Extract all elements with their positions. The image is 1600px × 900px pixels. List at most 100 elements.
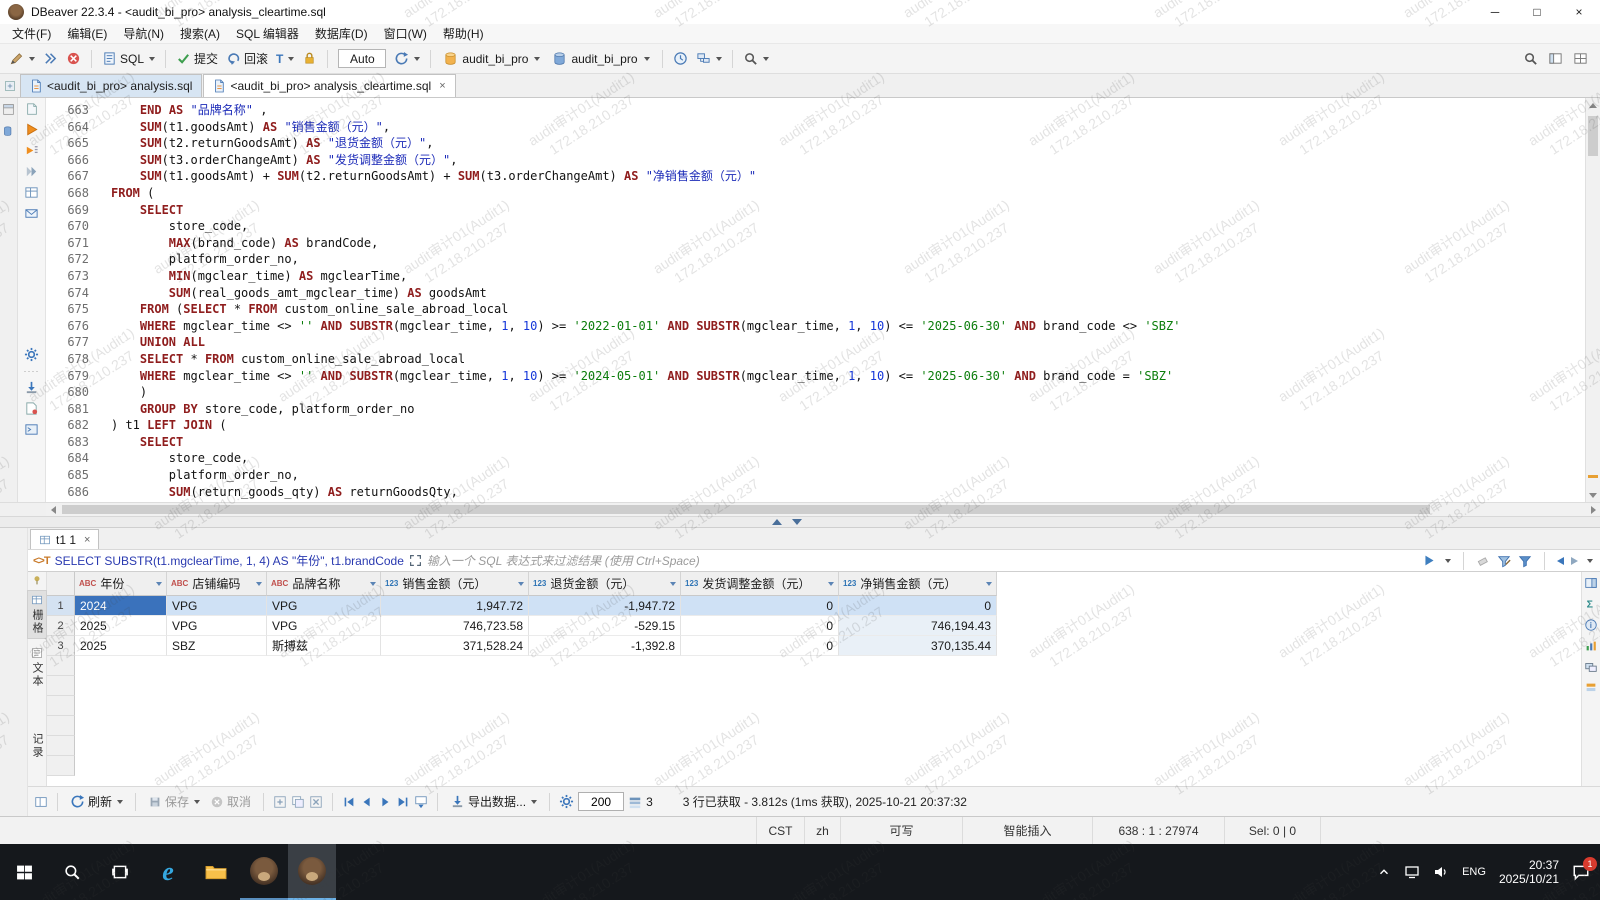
scroll-left-icon[interactable] <box>46 503 60 516</box>
commit-button[interactable]: 提交 <box>173 48 221 69</box>
fetch-page-icon[interactable] <box>414 795 428 809</box>
column-header[interactable]: ABC年份 <box>75 572 167 596</box>
apply-filter-icon[interactable] <box>1423 554 1436 567</box>
cell[interactable]: VPG <box>167 596 267 616</box>
close-results-tab-icon[interactable]: × <box>84 534 90 546</box>
close-button[interactable]: × <box>1558 0 1600 24</box>
column-header[interactable]: ABC店铺编码 <box>167 572 267 596</box>
cell[interactable]: 0 <box>681 636 839 656</box>
cell[interactable]: -529.15 <box>529 616 681 636</box>
minimize-results-icon[interactable] <box>792 519 802 525</box>
presentation-grid-tab[interactable]: 栅格 <box>27 590 47 639</box>
commit-mode-select[interactable]: Auto <box>338 49 386 68</box>
scroll-up-icon[interactable] <box>1586 98 1600 112</box>
refresh-results-button[interactable]: 刷新 <box>67 791 126 812</box>
mail-export-icon[interactable] <box>24 206 39 221</box>
cell[interactable]: VPG <box>267 596 381 616</box>
vscroll-thumb[interactable] <box>1588 116 1598 156</box>
cell[interactable]: 746,194.43 <box>839 616 997 636</box>
clear-filter-icon[interactable] <box>1476 554 1490 568</box>
sort-dropdown-icon[interactable] <box>256 582 262 586</box>
sort-dropdown-icon[interactable] <box>986 582 992 586</box>
database-selector[interactable]: audit_bi_pro <box>547 49 654 68</box>
cell[interactable]: SBZ <box>167 636 267 656</box>
execute-statement-icon[interactable] <box>24 122 39 137</box>
connection-selector[interactable]: audit_bi_pro <box>438 49 545 68</box>
column-header[interactable]: 123销售金额（元） <box>381 572 529 596</box>
cell[interactable]: 0 <box>681 616 839 636</box>
scroll-down-icon[interactable] <box>1586 488 1600 502</box>
close-tab-icon[interactable]: × <box>439 80 445 92</box>
cell[interactable]: VPG <box>267 616 381 636</box>
refresh-file-icon[interactable] <box>25 102 39 116</box>
layers-panel-icon[interactable] <box>1584 681 1598 695</box>
cell[interactable]: 0 <box>681 596 839 616</box>
panel-toggle-icon[interactable] <box>34 795 48 809</box>
menu-item[interactable]: 导航(N) <box>115 23 172 44</box>
sort-dropdown-icon[interactable] <box>670 582 676 586</box>
maximize-results-icon[interactable] <box>772 519 782 525</box>
auto-refresh-button[interactable] <box>391 49 423 68</box>
row-number[interactable]: 2 <box>47 616 75 636</box>
chart-panel-icon[interactable] <box>1584 639 1598 653</box>
action-center-button[interactable]: 1 <box>1572 863 1590 881</box>
menu-item[interactable]: 文件(F) <box>4 23 59 44</box>
lock-button[interactable] <box>299 49 320 68</box>
results-tab-t1[interactable]: t1 1 × <box>30 529 99 549</box>
presentation-text-tab[interactable]: 文本 <box>28 644 46 691</box>
execute-script-icon[interactable] <box>24 143 39 158</box>
cell[interactable]: -1,392.8 <box>529 636 681 656</box>
grid-corner[interactable] <box>47 572 75 596</box>
sql-menu-button[interactable]: SQL <box>99 49 158 68</box>
output-console-icon[interactable] <box>24 422 39 437</box>
export-data-icon[interactable] <box>24 380 39 395</box>
edit-filter-icon[interactable] <box>1497 554 1511 568</box>
minimized-projects-icon[interactable] <box>2 125 15 138</box>
first-row-icon[interactable] <box>342 795 356 809</box>
explain-plan-icon[interactable] <box>24 164 39 179</box>
cell[interactable]: 370,135.44 <box>839 636 997 656</box>
delete-row-icon[interactable] <box>309 795 323 809</box>
cell[interactable]: 0 <box>839 596 997 616</box>
menu-item[interactable]: 搜索(A) <box>172 23 228 44</box>
new-connection-button[interactable] <box>6 49 38 68</box>
tunnel-button[interactable] <box>670 49 691 68</box>
column-header[interactable]: 123净销售金额（元） <box>839 572 997 596</box>
next-row-icon[interactable] <box>378 795 392 809</box>
dbeaver-app-active-button[interactable] <box>288 844 336 900</box>
filter-input[interactable]: 输入一个 SQL 表达式来过滤结果 (使用 Ctrl+Space) <box>427 552 1416 569</box>
copy-row-icon[interactable] <box>291 795 305 809</box>
last-row-icon[interactable] <box>396 795 410 809</box>
filter-history-forward-icon[interactable] <box>1571 557 1578 565</box>
expand-filter-icon[interactable] <box>409 554 422 567</box>
dbeaver-app-button[interactable] <box>240 844 288 900</box>
cell[interactable]: 746,723.58 <box>381 616 529 636</box>
menu-item[interactable]: 编辑(E) <box>59 23 115 44</box>
maximize-button[interactable]: □ <box>1516 0 1558 24</box>
editor-vscrollbar[interactable] <box>1585 98 1600 502</box>
calc-panel-icon[interactable]: Σ <box>1584 597 1598 611</box>
pin-icon[interactable] <box>32 575 42 585</box>
sort-dropdown-icon[interactable] <box>370 582 376 586</box>
tab-analysis-sql[interactable]: <audit_bi_pro> analysis.sql <box>20 74 202 97</box>
tab-analysis-cleartime-sql[interactable]: <audit_bi_pro> analysis_cleartime.sql × <box>203 74 455 97</box>
cell[interactable]: 371,528.24 <box>381 636 529 656</box>
add-row-icon[interactable] <box>273 795 287 809</box>
sync-connection-button[interactable] <box>40 49 61 68</box>
references-panel-icon[interactable] <box>1584 660 1598 674</box>
column-header[interactable]: 123退货金额（元） <box>529 572 681 596</box>
display-icon[interactable] <box>1404 864 1420 880</box>
sort-dropdown-icon[interactable] <box>156 582 162 586</box>
taskbar-clock[interactable]: 20:37 2025/10/21 <box>1499 858 1559 886</box>
start-button[interactable] <box>0 844 48 900</box>
hscroll-thumb[interactable] <box>62 505 1430 514</box>
task-view-button[interactable] <box>96 844 144 900</box>
network-profile-button[interactable] <box>693 49 725 68</box>
grid-settings-gear-icon[interactable] <box>559 794 574 809</box>
cell[interactable]: 斯搏兹 <box>267 636 381 656</box>
scroll-right-icon[interactable] <box>1586 503 1600 516</box>
column-header[interactable]: 123发货调整金额（元） <box>681 572 839 596</box>
menu-item[interactable]: 数据库(D) <box>307 23 376 44</box>
taskbar-search-button[interactable] <box>48 844 96 900</box>
tray-expand-icon[interactable] <box>1377 865 1391 879</box>
